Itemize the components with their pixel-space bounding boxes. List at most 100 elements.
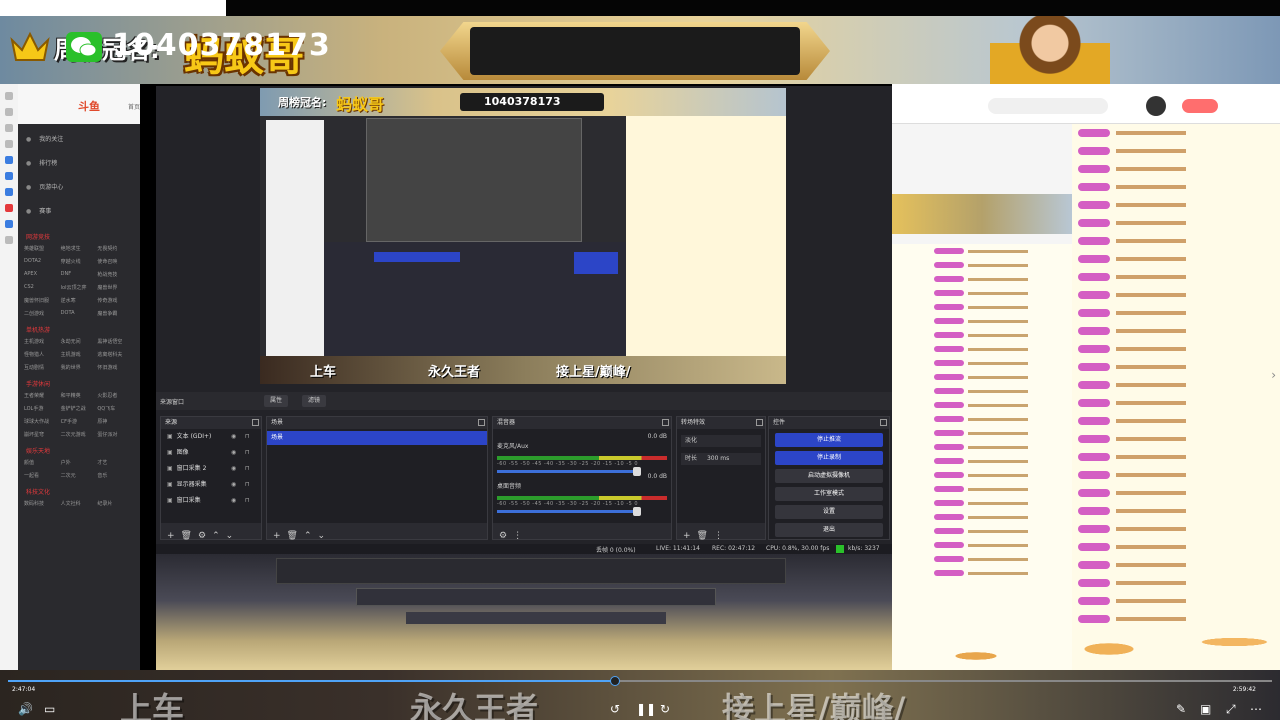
trash-icon[interactable]: 🗑: [287, 531, 298, 541]
settings-button[interactable]: 设置: [775, 505, 883, 519]
category-link[interactable]: LOL手游: [24, 405, 61, 412]
trash-icon[interactable]: 🗑: [697, 531, 708, 541]
category-link[interactable]: APEX: [24, 271, 61, 278]
category-link[interactable]: CS2: [24, 284, 61, 291]
category-link[interactable]: 一起看: [24, 472, 61, 479]
category-link[interactable]: 主机游戏: [24, 338, 61, 345]
transition-duration[interactable]: 时长 300 ms: [681, 453, 761, 465]
chevron-up-icon[interactable]: ⌃: [212, 531, 220, 541]
more-icon[interactable]: ⋮: [513, 531, 522, 541]
source-item[interactable]: 窗口采集 2◉⊓: [161, 461, 261, 477]
category-link[interactable]: 主机游戏: [61, 351, 98, 358]
category-link[interactable]: 魔兽怀旧服: [24, 297, 61, 304]
source-item[interactable]: 图像◉⊓: [161, 445, 261, 461]
category-link[interactable]: 穿越火线: [61, 258, 98, 265]
category-link[interactable]: DNF: [61, 271, 98, 278]
category-link[interactable]: CF手游: [61, 418, 98, 425]
danmu-icon[interactable]: ▭: [44, 702, 55, 716]
volume-slider[interactable]: [497, 507, 641, 516]
category-link[interactable]: 颜值: [24, 459, 61, 466]
stop-streaming-button[interactable]: 停止推流: [775, 433, 883, 447]
category-link[interactable]: 怪物猎人: [24, 351, 61, 358]
category-link[interactable]: 二创游戏: [24, 310, 61, 317]
category-link[interactable]: 王者荣耀: [24, 392, 61, 399]
category-link[interactable]: 使命召唤: [97, 258, 134, 265]
more-icon[interactable]: ⋯: [1250, 702, 1262, 716]
nav-events[interactable]: 赛事: [26, 200, 140, 224]
category-link[interactable]: 纪录片: [97, 500, 134, 507]
category-link[interactable]: 和平精英: [61, 392, 98, 399]
user-avatar[interactable]: [1146, 96, 1166, 116]
category-link[interactable]: 互动剧情: [24, 364, 61, 371]
transition-select[interactable]: 淡化: [681, 435, 761, 447]
category-link[interactable]: 逆水寒: [61, 297, 98, 304]
pause-icon[interactable]: ❚❚: [636, 702, 656, 716]
chevron-down-icon[interactable]: ⌄: [318, 531, 326, 541]
category-link[interactable]: 二次元游戏: [61, 431, 98, 438]
progress-bar[interactable]: [8, 676, 1272, 686]
category-link[interactable]: 金铲铲之战: [61, 405, 98, 412]
fullscreen-icon[interactable]: ⤢: [1226, 702, 1236, 717]
volume-icon[interactable]: 🔊: [18, 702, 33, 716]
trash-icon[interactable]: 🗑: [181, 531, 192, 541]
category-link[interactable]: 枪战竞技: [97, 271, 134, 278]
category-link[interactable]: 崩坏星穹: [24, 431, 61, 438]
stop-recording-button[interactable]: 停止录制: [775, 451, 883, 465]
category-link[interactable]: 传奇游戏: [97, 297, 134, 304]
pip-icon[interactable]: ▣: [1200, 702, 1211, 716]
category-link[interactable]: 永劫无间: [61, 338, 98, 345]
category-link[interactable]: 英雄联盟: [24, 245, 61, 252]
add-icon[interactable]: +: [683, 531, 691, 541]
site-search-input[interactable]: [988, 98, 1108, 114]
more-icon[interactable]: ⋮: [714, 531, 723, 541]
nav-follow[interactable]: 我的关注: [26, 128, 140, 152]
category-link[interactable]: 我的世界: [61, 364, 98, 371]
category-link[interactable]: 球球大作战: [24, 418, 61, 425]
scene-item[interactable]: 场景: [267, 431, 487, 445]
edit-icon[interactable]: ✎: [1176, 702, 1186, 716]
gear-icon[interactable]: ⚙: [499, 531, 507, 541]
properties-button[interactable]: 属性: [264, 395, 289, 407]
start-live-button[interactable]: [1182, 99, 1218, 113]
source-item[interactable]: 窗口采集◉⊓: [161, 493, 261, 509]
category-link[interactable]: lol云顶之弈: [61, 284, 98, 291]
studio-mode-button[interactable]: 工作室模式: [775, 487, 883, 501]
category-link[interactable]: 原神: [97, 418, 134, 425]
category-link[interactable]: 二次元: [61, 472, 98, 479]
category-link[interactable]: 绝地求生: [61, 245, 98, 252]
category-link[interactable]: DOTA: [61, 310, 98, 317]
category-link[interactable]: 无畏契约: [97, 245, 134, 252]
category-link[interactable]: 人文社科: [61, 500, 98, 507]
category-link[interactable]: 户外: [61, 459, 98, 466]
category-link[interactable]: 魔兽世界: [97, 284, 134, 291]
obs-preview[interactable]: 周榜冠名: 蚂蚁哥 1040378173 上车 永久王者 接上星/巅峰/: [260, 88, 786, 384]
filters-button[interactable]: 滤镜: [302, 395, 327, 407]
add-icon[interactable]: +: [167, 531, 175, 541]
gear-icon[interactable]: ⚙: [198, 531, 206, 541]
home-link[interactable]: 首页: [128, 102, 140, 111]
forward-icon[interactable]: ↻: [660, 702, 670, 716]
category-link[interactable]: 火影忍者: [97, 392, 134, 399]
category-link[interactable]: QQ飞车: [97, 405, 134, 412]
progress-knob[interactable]: [609, 676, 620, 686]
site-logo[interactable]: 斗鱼: [78, 98, 100, 114]
chevron-up-icon[interactable]: ⌃: [304, 531, 312, 541]
category-link[interactable]: 黑神话悟空: [97, 338, 134, 345]
category-link[interactable]: 怀旧游戏: [97, 364, 134, 371]
category-link[interactable]: DOTA2: [24, 258, 61, 265]
exit-button[interactable]: 退出: [775, 523, 883, 537]
category-link[interactable]: 音乐: [97, 472, 134, 479]
category-link[interactable]: 蛋仔派对: [97, 431, 134, 438]
category-link[interactable]: 逃离塔科夫: [97, 351, 134, 358]
category-link[interactable]: 魔兽争霸: [97, 310, 134, 317]
category-link[interactable]: 才艺: [97, 459, 134, 466]
nav-ranking[interactable]: 排行榜: [26, 152, 140, 176]
add-icon[interactable]: +: [273, 531, 281, 541]
rewind-icon[interactable]: ↺: [610, 702, 620, 716]
source-item[interactable]: 显示器采集◉⊓: [161, 477, 261, 493]
source-item[interactable]: 文本 (GDI+)◉⊓: [161, 429, 261, 445]
chevron-down-icon[interactable]: ⌄: [226, 531, 234, 541]
start-virtual-camera-button[interactable]: 启动虚拟摄像机: [775, 469, 883, 483]
nav-games[interactable]: 页游中心: [26, 176, 140, 200]
category-link[interactable]: 数码科技: [24, 500, 61, 507]
